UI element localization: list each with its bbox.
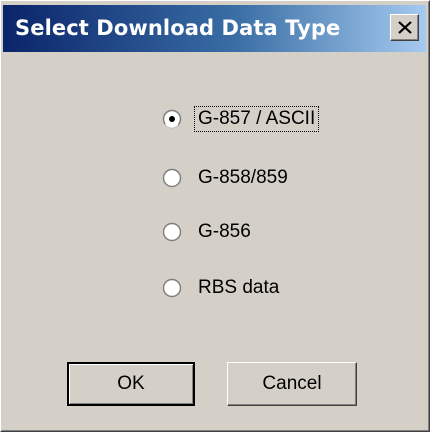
cancel-button[interactable]: Cancel <box>227 362 357 406</box>
option-label: G-857 / ASCII <box>193 106 320 132</box>
radio-unselected-icon <box>162 222 182 242</box>
option-rbs-data[interactable]: RBS data <box>162 272 362 304</box>
download-type-dialog: Select Download Data Type G-857 / ASCII <box>0 0 430 432</box>
radio-selected-icon <box>162 109 182 129</box>
option-label: G-858/859 <box>198 167 288 188</box>
radio-button[interactable] <box>162 168 182 188</box>
option-label: RBS data <box>198 277 280 298</box>
close-x-icon <box>398 21 412 34</box>
title-bar[interactable]: Select Download Data Type <box>3 5 426 52</box>
radio-button[interactable] <box>162 109 182 129</box>
option-g856[interactable]: G-856 <box>162 216 362 248</box>
radio-unselected-icon <box>162 168 182 188</box>
radio-button[interactable] <box>162 278 182 298</box>
radio-unselected-icon <box>162 278 182 298</box>
option-g858-859[interactable]: G-858/859 <box>162 162 362 194</box>
dialog-title: Select Download Data Type <box>15 16 341 40</box>
close-button[interactable] <box>390 14 419 41</box>
option-g857-ascii[interactable]: G-857 / ASCII <box>162 103 362 135</box>
radio-button[interactable] <box>162 222 182 242</box>
ok-button[interactable]: OK <box>67 362 195 406</box>
option-label: G-856 <box>198 221 251 242</box>
